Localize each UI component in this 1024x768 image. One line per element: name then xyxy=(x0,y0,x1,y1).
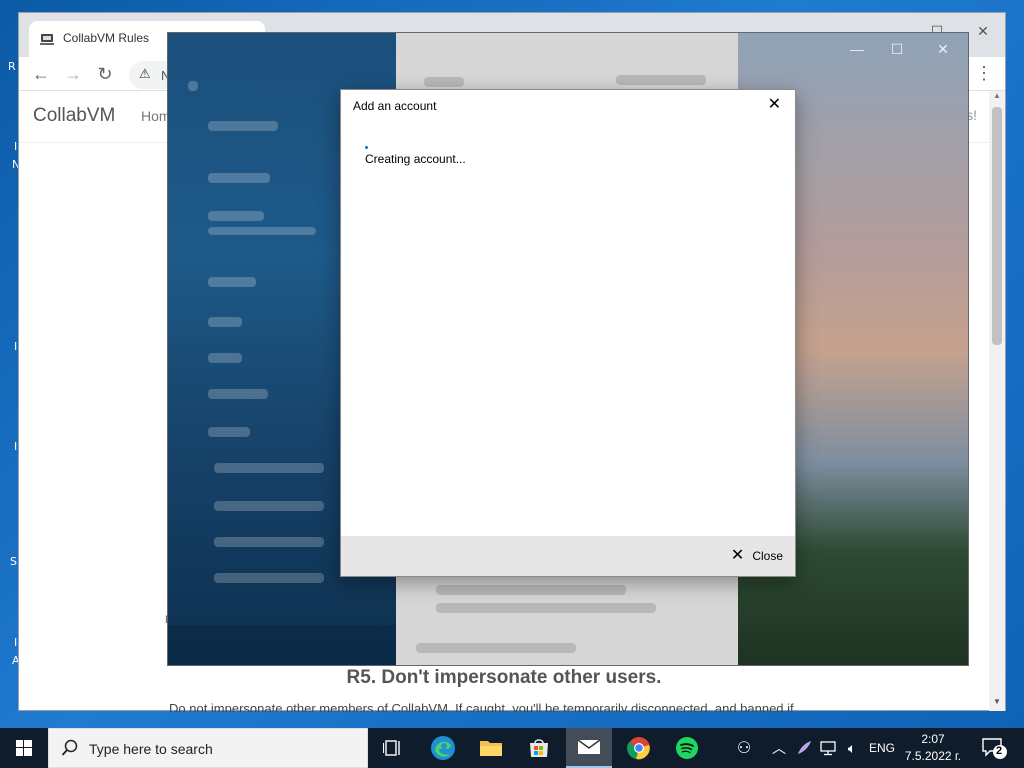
menu-kebab-icon[interactable]: ⋮ xyxy=(975,63,993,84)
chrome-icon xyxy=(627,737,650,760)
taskbar-chrome[interactable] xyxy=(616,728,662,768)
pen-feather-icon xyxy=(798,741,811,754)
mail-maximize-button[interactable]: ☐ xyxy=(882,41,912,59)
search-icon xyxy=(61,739,78,756)
edge-icon xyxy=(431,736,455,760)
close-button[interactable]: ✕ Close xyxy=(731,546,783,566)
clock[interactable]: 2:07 7.5.2022 г. xyxy=(902,731,964,765)
scroll-thumb[interactable] xyxy=(992,107,1002,345)
desktop-icon-label[interactable]: I xyxy=(14,340,17,353)
desktop-icon-label[interactable]: I xyxy=(14,636,17,649)
forward-arrow-icon[interactable]: → xyxy=(61,63,85,85)
taskbar-edge[interactable] xyxy=(420,728,466,768)
spotify-icon xyxy=(676,737,698,759)
desktop-icon-label[interactable]: I xyxy=(14,140,17,153)
mail-icon xyxy=(577,739,601,754)
desktop-icon-label[interactable]: S xyxy=(10,555,17,568)
taskbar-search-box[interactable]: Type here to search xyxy=(48,728,368,768)
tab-title: CollabVM Rules xyxy=(63,31,150,45)
task-view-icon xyxy=(383,740,400,756)
taskbar-store[interactable] xyxy=(516,728,562,768)
show-hidden-icons-chevron-icon[interactable]: ︿ xyxy=(768,728,790,768)
windows-logo-icon xyxy=(16,740,32,756)
reload-icon[interactable]: ↻ xyxy=(93,63,117,85)
mail-minimize-button[interactable]: — xyxy=(842,41,872,59)
desktop-icon-label[interactable]: R xyxy=(8,60,16,73)
site-brand[interactable]: CollabVM xyxy=(33,105,115,127)
collabvm-favicon-icon xyxy=(40,34,54,45)
scroll-up-arrow-icon[interactable]: ▲ xyxy=(989,91,1005,105)
store-icon xyxy=(530,739,548,757)
taskbar: Type here to search ⚇ ︿ 🔈︎ ENG 2:07 7.5.… xyxy=(0,728,1024,768)
volume-icon[interactable]: 🔈︎ xyxy=(840,728,864,768)
rule-heading: R5. Don't impersonate other users. xyxy=(346,667,662,688)
not-secure-warning-icon[interactable]: ⚠ xyxy=(139,66,151,82)
clock-time: 2:07 xyxy=(921,732,945,746)
dialog-footer: ✕ Close xyxy=(341,536,795,576)
scroll-down-arrow-icon[interactable]: ▼ xyxy=(989,697,1005,711)
task-view-button[interactable] xyxy=(370,728,416,768)
notifications-icon xyxy=(982,738,1007,759)
close-icon[interactable]: ✕ xyxy=(768,96,781,114)
close-button-label: Close xyxy=(752,549,783,563)
network-icon[interactable] xyxy=(816,728,840,768)
clock-date: 7.5.2022 г. xyxy=(904,749,962,763)
scrollbar[interactable]: ▲ ▼ xyxy=(989,91,1005,711)
network-monitor-icon xyxy=(820,741,836,756)
feather-icon[interactable] xyxy=(792,728,816,768)
add-account-dialog: Add an account ✕ Creating account... ✕ C… xyxy=(340,89,796,577)
taskbar-mail[interactable] xyxy=(566,728,612,768)
desktop-icon-label[interactable]: I xyxy=(14,440,17,453)
taskbar-spotify[interactable] xyxy=(664,728,710,768)
dialog-status-text: Creating account... xyxy=(365,152,466,166)
close-icon: ✕ xyxy=(730,547,745,564)
folder-icon xyxy=(480,741,502,756)
progress-indicator xyxy=(365,146,368,149)
search-placeholder: Type here to search xyxy=(89,741,213,757)
taskbar-file-explorer[interactable] xyxy=(468,728,514,768)
language-indicator[interactable]: ENG xyxy=(866,728,898,768)
notification-count-badge: 2 xyxy=(996,745,1003,757)
people-icon[interactable]: ⚇ xyxy=(730,728,758,768)
start-button[interactable] xyxy=(0,728,48,768)
back-arrow-icon[interactable]: ← xyxy=(29,63,53,85)
mail-close-button[interactable]: ✕ xyxy=(928,41,958,59)
mail-bottom-bar xyxy=(168,625,396,665)
action-center-button[interactable]: 2 xyxy=(980,736,1008,760)
dialog-title: Add an account xyxy=(353,99,437,113)
rule-body-text: Do not impersonate other members of Coll… xyxy=(169,701,794,712)
close-window-button[interactable]: ✕ xyxy=(965,19,1001,43)
